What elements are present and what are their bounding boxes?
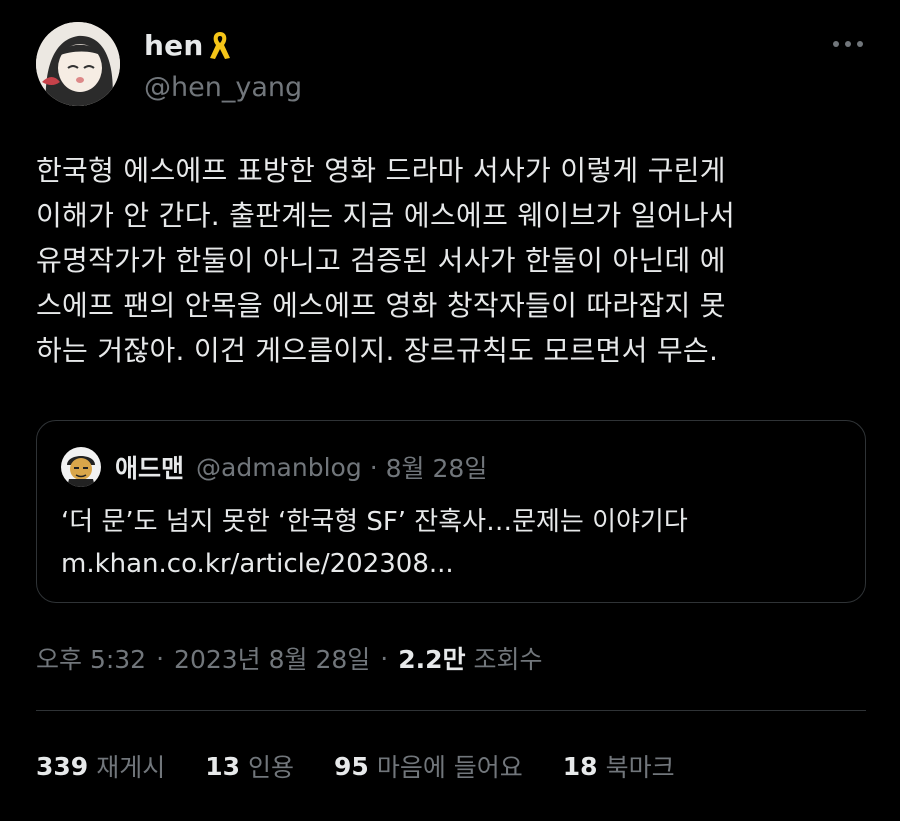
bookmarks-count: 18 (562, 751, 598, 781)
reposts-stat[interactable]: 339 재게시 (36, 748, 165, 784)
tweet-text: 한국형 에스에프 표방한 영화 드라마 서사가 이렇게 구린게 이해가 안 간다… (36, 154, 736, 367)
tweet-date[interactable]: 2023년 8월 28일 (174, 640, 370, 676)
author-handle[interactable]: @hen_yang (144, 72, 302, 103)
tweet-time[interactable]: 오후 5:32 (36, 640, 146, 676)
author-name-row: hen (144, 28, 233, 62)
meta-separator: · (380, 643, 389, 673)
engagement-stats: 339 재게시 13 인용 95 마음에 들어요 18 북마크 (36, 748, 715, 784)
divider (36, 710, 866, 711)
quotes-label: 인용 (248, 753, 295, 782)
quoted-author-handle[interactable]: @admanblog (196, 453, 362, 482)
views-count: 2.2만 (398, 645, 466, 674)
tweet-header: hen @hen_yang (36, 22, 866, 112)
bookmarks-label: 북마크 (605, 753, 675, 782)
quoted-tweet-text: ‘더 문’도 넘지 못한 ‘한국형 SF’ 잔혹사…문제는 이야기다 m.kha… (61, 507, 688, 579)
likes-stat[interactable]: 95 마음에 들어요 (334, 748, 523, 784)
quotes-count: 13 (205, 751, 240, 781)
quoted-date[interactable]: 8월 28일 (386, 449, 488, 485)
author-display-name[interactable]: hen (144, 29, 203, 62)
yellow-ribbon-icon (207, 28, 233, 62)
quoted-tweet-header: 애드맨 @admanblog · 8월 28일 (61, 447, 487, 487)
author-avatar[interactable] (36, 22, 120, 106)
reposts-count: 339 (36, 751, 89, 781)
quoted-author-name[interactable]: 애드맨 (115, 449, 184, 485)
quoted-author-avatar[interactable] (61, 447, 101, 487)
likes-label: 마음에 들어요 (376, 753, 523, 782)
more-options-icon[interactable] (830, 34, 866, 54)
bookmarks-stat[interactable]: 18 북마크 (563, 748, 675, 784)
views-label: 조회수 (473, 645, 543, 674)
quotes-stat[interactable]: 13 인용 (205, 748, 294, 784)
tweet-meta: 오후 5:32 · 2023년 8월 28일 · 2.2만 조회수 (36, 640, 543, 676)
meta-separator: · (156, 643, 165, 673)
quoted-tweet[interactable]: 애드맨 @admanblog · 8월 28일 ‘더 문’도 넘지 못한 ‘한국… (36, 420, 866, 603)
likes-count: 95 (334, 751, 369, 781)
quoted-separator: · (369, 452, 378, 482)
reposts-label: 재게시 (96, 753, 166, 782)
